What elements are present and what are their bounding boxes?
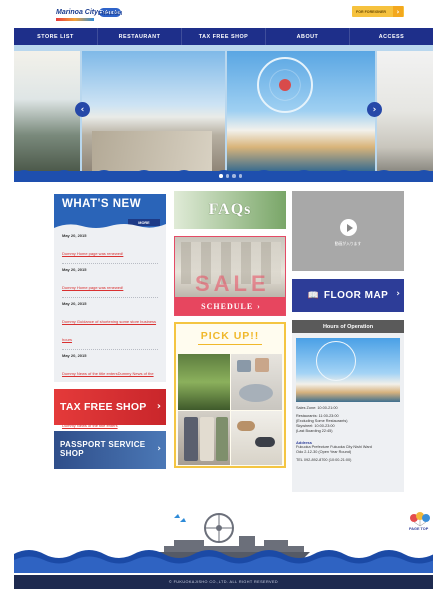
faq-banner[interactable]: FAQs [174,191,286,229]
hours-line: (Last Boarding 22:45) [296,429,333,433]
language-english-link[interactable]: ENGLISH [98,11,122,17]
hero-slider: ‹ › [14,45,433,182]
tax-free-shop-banner[interactable]: TAX FREE SHOP › [54,389,166,425]
slide-shopping-walkway [14,51,80,171]
logo-text: Marinoa City [56,9,99,16]
news-item: May 20, 2015 Dummy Guidance of shortenin… [62,298,158,350]
news-link[interactable]: Dummy Home page was renewed! [62,285,123,290]
news-date: May 20, 2015 [62,233,87,238]
passport-label-line2: SHOP [60,449,84,458]
plate-image [239,384,273,402]
pick-up-image-clothing[interactable] [178,411,230,465]
chevron-right-icon: › [156,401,161,412]
nav-about[interactable]: ABOUT [265,28,349,45]
boardwalk-image [92,131,212,171]
nav-access[interactable]: ACCESS [349,28,433,45]
slider-prev-button[interactable]: ‹ [75,102,90,117]
nav-restaurant[interactable]: RESTAURANT [97,28,181,45]
tax-free-label: TAX FREE SHOP [60,401,147,413]
whats-new-panel: WHAT'S NEW MORE May 20, 2015 Dummy Home … [54,194,166,428]
news-date: May 20, 2015 [62,301,87,306]
video-caption: 動画が入ります [334,241,362,246]
news-date: May 20, 2015 [62,353,87,358]
slider-dot[interactable] [219,174,223,178]
slider-dot[interactable] [232,174,236,178]
for-foreigner-label: FOR FOREIGNER [356,9,386,14]
nav-store-list[interactable]: STORE LIST [14,28,97,45]
hours-title: Hours of Operation [292,320,404,333]
slide-ferris-wheel [227,51,375,171]
copyright-bar: © FUKUOKAJISHO CO.,LTD. ALL RIGHT RESERV… [14,575,433,589]
map-book-icon: 📖 [307,290,319,301]
news-date: May 20, 2015 [62,267,87,272]
passport-label: PASSPORT SERVICE SHOP [60,440,145,458]
passport-label-line1: PASSPORT SERVICE [60,440,146,449]
pick-up-image-plants[interactable] [178,354,230,410]
news-item: May 20, 2015 Dummy Home page was renewed… [62,230,158,264]
page-top-link[interactable]: PAGE TOP [409,527,428,531]
passport-service-banner[interactable]: PASSPORT SERVICE SHOP › [54,431,166,469]
skywheel-image [296,338,400,402]
slider-next-button[interactable]: › [367,102,382,117]
floor-map-banner[interactable]: 📖 FLOOR MAP › [292,279,404,312]
ship-skyline-illustration [154,513,310,558]
video-player[interactable]: 動画が入ります [292,191,404,271]
play-icon[interactable] [340,219,357,236]
pick-up-image-shoes[interactable] [231,411,282,465]
copyright-text: © FUKUOKAJISHO CO.,LTD. ALL RIGHT RESERV… [168,580,279,584]
news-link[interactable]: Dummy Guidance of shortening some store … [62,319,156,342]
hours-info: Sales Zone: 10:00-21:00 Restaurants: 11:… [296,406,400,463]
footer-illustration [14,513,433,573]
ferris-wheel-hub [279,79,291,91]
floor-map-label: FLOOR MAP [323,290,389,301]
pick-up-panel[interactable]: PICK UP!! [174,322,286,468]
cup-image [255,358,269,372]
slider-dot[interactable] [225,174,229,178]
sale-schedule-banner[interactable]: SALE SCHEDULE › [174,236,286,316]
garment-image [184,417,198,461]
site-header: Marinoa City Fukuoka ENGLISH FOR FOREIGN… [0,0,447,28]
whats-new-header: WHAT'S NEW MORE [54,194,166,228]
garment-image [216,417,228,461]
nav-tax-free-shop[interactable]: TAX FREE SHOP [181,28,265,45]
for-foreigner-button[interactable]: FOR FOREIGNER › [352,6,404,17]
ferris-wheel-image [316,341,356,381]
slider-dots [219,174,242,178]
cup-image [237,360,251,372]
slider-dot[interactable] [238,174,242,178]
hours-panel: Hours of Operation Sales Zone: 10:00-21:… [292,320,404,492]
shoe-image [237,421,255,431]
pick-up-image-tableware[interactable] [231,354,282,410]
divider [198,344,262,345]
pick-up-title: PICK UP!! [200,330,260,342]
sale-watermark: SALE [195,271,270,296]
wave-decoration [54,224,166,228]
page: Marinoa City Fukuoka ENGLISH FOR FOREIGN… [0,0,447,589]
chevron-right-icon: › [396,289,400,299]
schedule-label: SCHEDULE [201,301,254,311]
logo-wave [56,18,94,21]
chevron-right-icon: › [157,444,161,454]
slide-harbor-boardwalk [82,51,225,171]
main-nav: STORE LIST RESTAURANT TAX FREE SHOP ABOU… [14,28,433,45]
news-item: May 20, 2015 Dummy Home page was renewed… [62,264,158,298]
schedule-bar: SCHEDULE › [175,297,285,315]
garment-image [200,417,214,461]
chevron-right-icon: › [257,301,261,311]
news-link[interactable]: Dummy Home page was renewed! [62,251,123,256]
wave-decoration [14,170,433,174]
slide-mall-interior [377,51,433,171]
faq-label: FAQs [208,201,252,218]
shoe-image [255,437,275,447]
whats-new-title: WHAT'S NEW [62,198,142,210]
phone-line: TEL 092-892-8700 (10:00-21:00) [296,458,352,462]
chevron-right-icon: › [393,6,403,17]
